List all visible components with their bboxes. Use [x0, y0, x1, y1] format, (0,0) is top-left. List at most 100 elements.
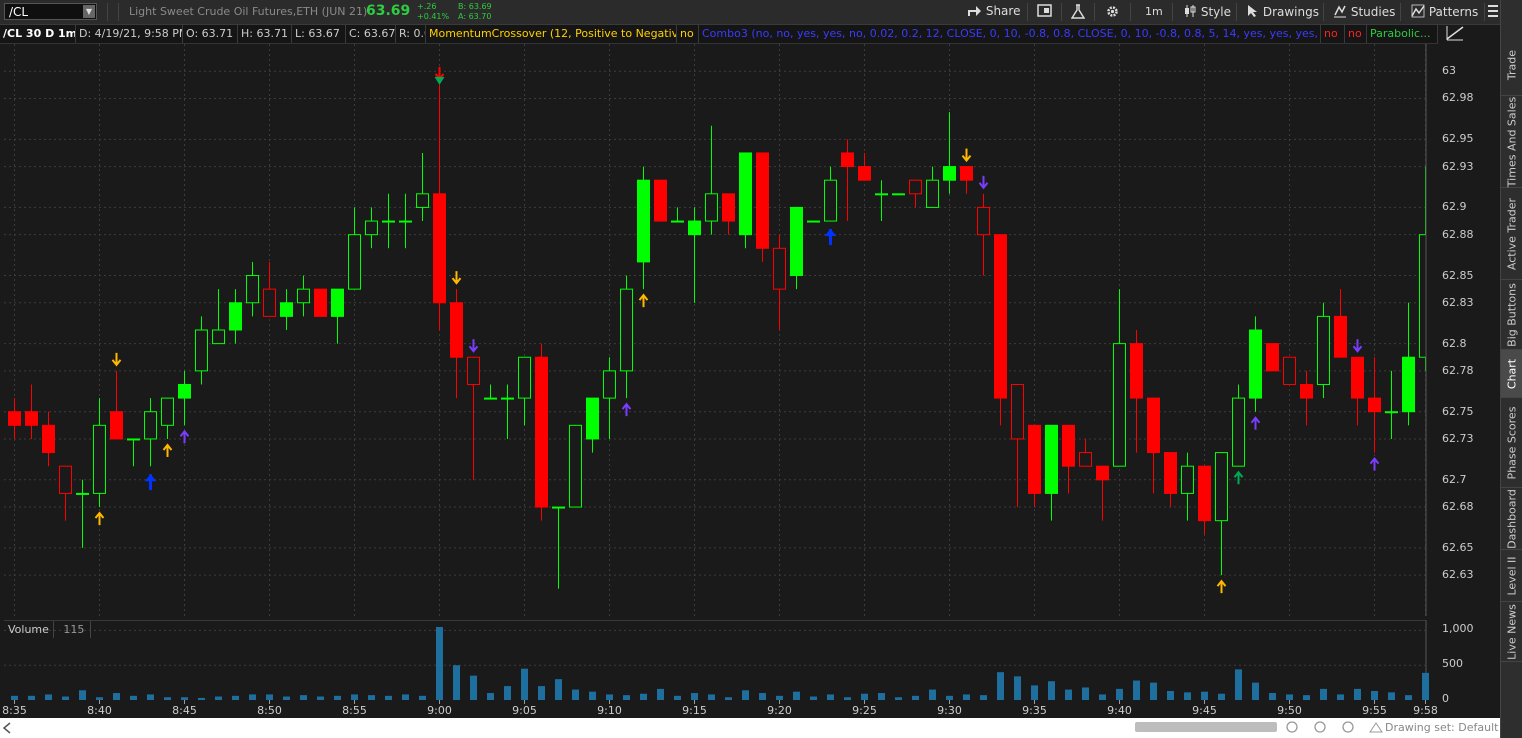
candle	[960, 166, 973, 194]
price-tick-label: 62.83	[1442, 295, 1474, 309]
cursor-date: D: 4/19/21, 9:58 PM	[76, 25, 183, 43]
candle	[1300, 370, 1313, 426]
open-value: O: 63.71	[183, 25, 238, 43]
candle	[858, 152, 871, 181]
candle	[93, 398, 106, 508]
share-button[interactable]: Share	[967, 4, 1020, 18]
volume-chart[interactable]	[4, 620, 1438, 704]
volume-bar	[1201, 691, 1208, 700]
timeframe-button[interactable]: 1m	[1145, 5, 1163, 18]
chart-label[interactable]: /CL 30 D 1m	[0, 25, 76, 43]
signal-arrow-icon	[94, 511, 105, 526]
volume-bar	[470, 675, 477, 700]
zoom-out-icon[interactable]	[1286, 721, 1298, 733]
candle	[654, 179, 667, 222]
price-tick-label: 62.65	[1442, 540, 1474, 554]
signal-arrow-icon	[179, 429, 190, 444]
candle	[688, 207, 701, 303]
candle	[1249, 316, 1262, 412]
price-tick-label: 62.7	[1442, 472, 1467, 486]
drawings-button[interactable]: Drawings	[1247, 4, 1319, 19]
volume-bar	[1082, 687, 1089, 700]
side-tab-big-buttons[interactable]: Big Buttons	[1501, 280, 1522, 350]
studies-button[interactable]: Studies	[1333, 4, 1395, 19]
volume-label: Volume	[4, 621, 54, 638]
candle	[382, 193, 395, 249]
instrument-description: Light Sweet Crude Oil Futures,ETH (JUN 2…	[129, 5, 368, 18]
toolbar-divider	[107, 3, 108, 21]
side-tab-active-trader[interactable]: Active Trader	[1501, 188, 1522, 280]
patterns-button[interactable]: Patterns	[1411, 4, 1478, 19]
drawing-set-label[interactable]: Drawing set: Default	[1385, 721, 1498, 734]
volume-bar	[1150, 682, 1157, 700]
toolbar-divider	[1027, 3, 1028, 21]
candle	[909, 179, 922, 208]
drawings-label: Drawings	[1262, 5, 1319, 19]
side-tab-live-news[interactable]: Live News	[1501, 602, 1522, 662]
scrollbar-thumb[interactable]	[1135, 722, 1277, 732]
candle	[705, 125, 718, 235]
symbol-text: /CL	[9, 5, 29, 19]
volume-bar	[793, 691, 800, 700]
side-tab-times-and-sales[interactable]: Times And Sales	[1501, 96, 1522, 188]
candle	[416, 152, 429, 222]
cursor-arrow-icon	[1248, 5, 1257, 17]
studies-icon	[1334, 5, 1346, 18]
volume-bar	[691, 693, 698, 700]
side-tab-trade[interactable]: Trade	[1501, 34, 1522, 96]
layout-button[interactable]	[1037, 4, 1052, 20]
zoom-fit-icon[interactable]	[1369, 722, 1383, 733]
price-tick-label: 62.78	[1442, 363, 1474, 377]
volume-bar	[589, 691, 596, 700]
study-combo3[interactable]: Combo3 (no, no, yes, yes, no, 0.02, 0.2,…	[699, 25, 1321, 43]
scroll-left-icon[interactable]	[2, 722, 12, 734]
candle	[1385, 370, 1398, 439]
side-tab-level-ii[interactable]: Level II	[1501, 550, 1522, 602]
candle	[399, 193, 412, 249]
candle	[246, 261, 259, 317]
style-button[interactable]: Style	[1183, 4, 1231, 19]
candle	[671, 207, 684, 223]
zoom-reset-icon[interactable]	[1342, 721, 1354, 733]
symbol-dropdown-icon[interactable]: ▼	[83, 5, 95, 18]
zoom-controls[interactable]	[1284, 720, 1384, 736]
signal-arrow-icon	[1352, 339, 1363, 353]
symbol-input[interactable]: /CL ▼	[4, 3, 97, 20]
side-tab-chart[interactable]: Chart	[1501, 350, 1522, 398]
toolbar-divider	[1172, 3, 1173, 21]
candle	[314, 288, 327, 317]
side-tab-phase-scores[interactable]: Phase Scores	[1501, 398, 1522, 488]
time-tick-label: 9:50	[1277, 704, 1302, 717]
side-tab-label: Level II	[1505, 555, 1519, 596]
price-tick-label: 62.98	[1442, 91, 1474, 105]
candle	[297, 275, 310, 317]
toolbar-divider	[1094, 3, 1095, 21]
side-tab-label: Big Buttons	[1505, 282, 1519, 347]
signal-arrow-icon	[144, 474, 157, 491]
zoom-in-icon[interactable]	[1314, 721, 1326, 733]
side-tab-dashboard[interactable]: Dashboard	[1501, 488, 1522, 550]
candle	[518, 356, 531, 426]
volume-bar	[1048, 681, 1055, 700]
timeframe-label: 1m	[1145, 5, 1163, 18]
time-tick-label: 9:15	[682, 704, 707, 717]
price-chart[interactable]	[4, 44, 1438, 616]
candle	[280, 289, 293, 330]
study-momentum-crossover[interactable]: MomentumCrossover (12, Positive to Negat…	[426, 25, 677, 43]
price-tick-label: 62.73	[1442, 431, 1474, 445]
close-value: C: 63.67	[346, 25, 396, 43]
chart-drawing-tool-button[interactable]	[1440, 24, 1470, 46]
candle	[1011, 383, 1024, 508]
candle	[1198, 465, 1211, 535]
study-parabolic[interactable]: Parabolic...	[1367, 25, 1438, 43]
flask-button[interactable]	[1070, 4, 1086, 22]
toolbar-divider	[1061, 3, 1062, 21]
candle	[263, 261, 276, 317]
time-tick-label: 8:55	[342, 704, 367, 717]
side-tab-label: Live News	[1505, 603, 1519, 660]
settings-button[interactable]	[1105, 4, 1120, 22]
signal-arrow-icon	[1250, 416, 1261, 430]
volume-bar	[1014, 676, 1021, 700]
menu-button[interactable]	[1488, 0, 1498, 25]
volume-bar	[1116, 688, 1123, 700]
